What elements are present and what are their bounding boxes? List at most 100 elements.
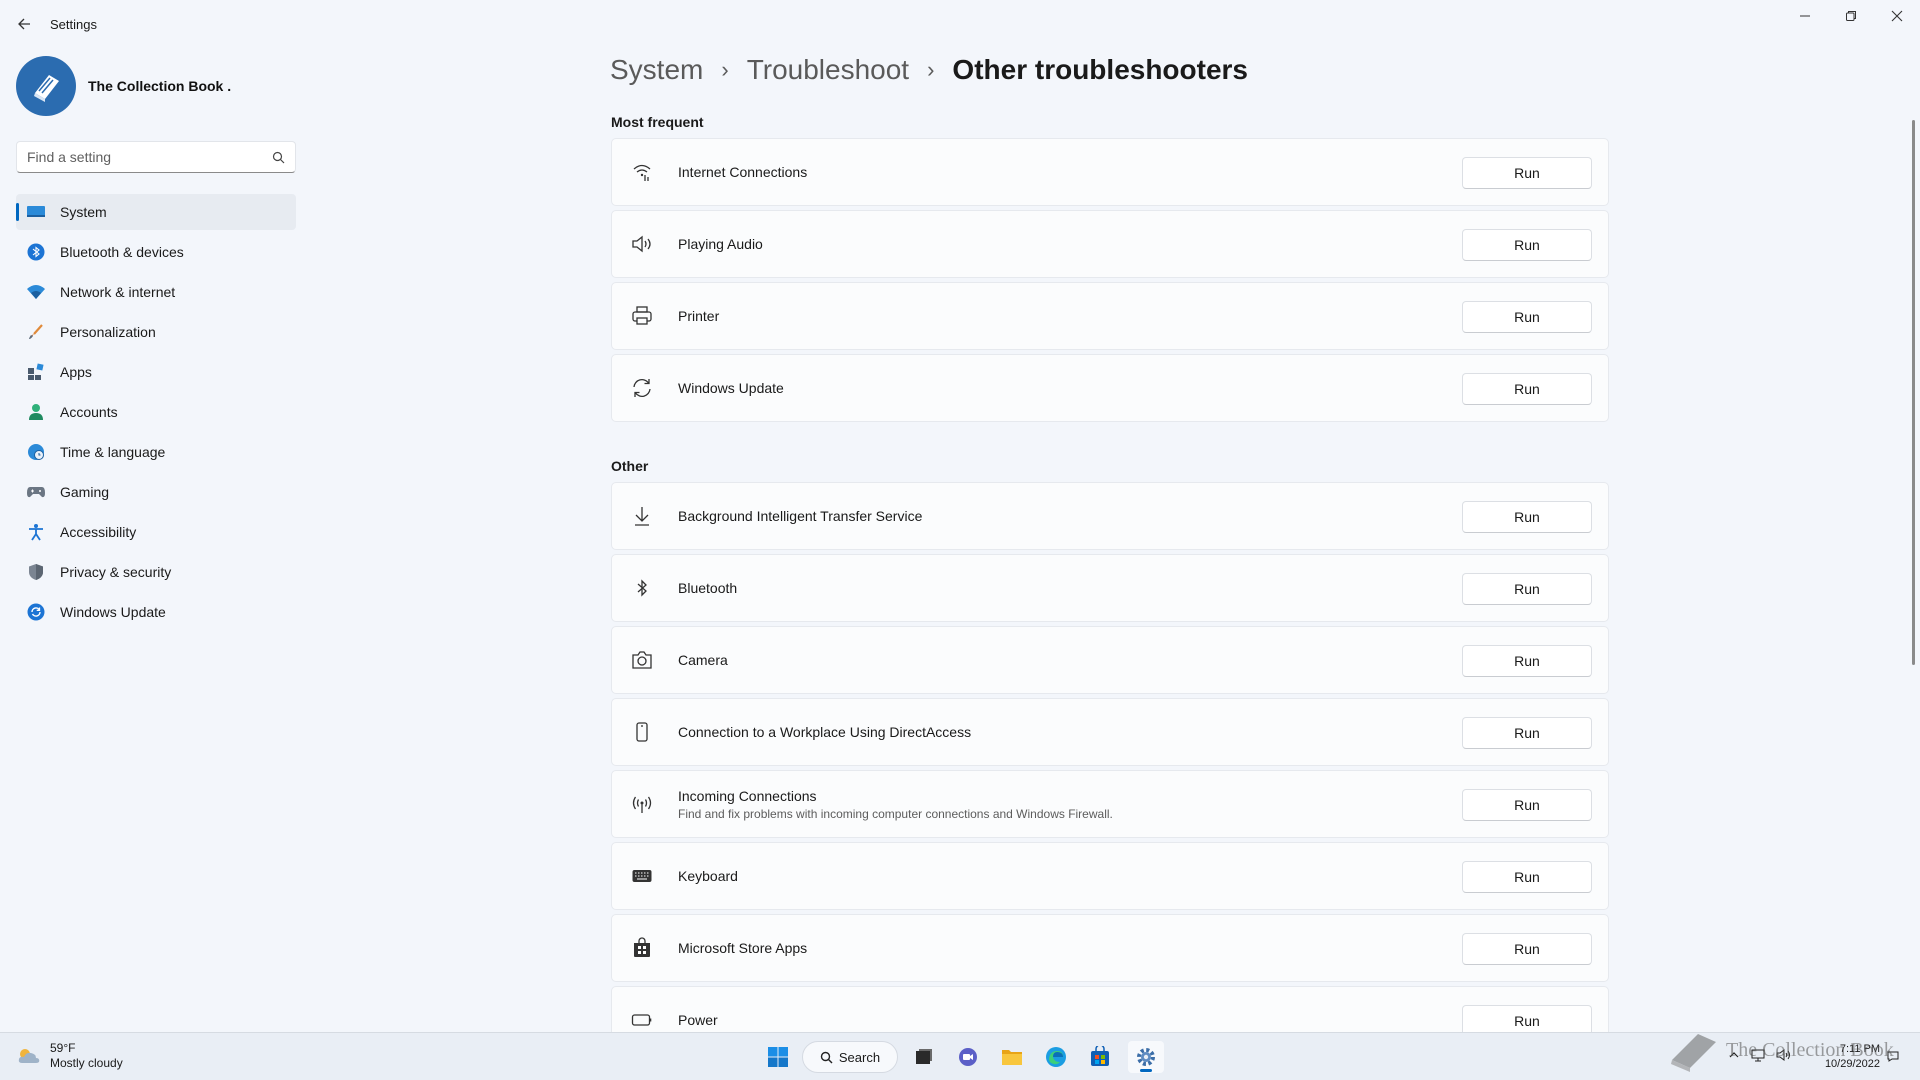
store-button[interactable] — [1082, 1041, 1118, 1073]
windows-logo-icon — [768, 1047, 788, 1067]
restore-button[interactable] — [1828, 0, 1874, 32]
profile-name: The Collection Book . — [88, 78, 232, 94]
close-icon — [1891, 10, 1903, 22]
troubleshooter-title: Power — [678, 1012, 718, 1028]
chevron-right-icon: › — [927, 57, 935, 82]
run-button[interactable]: Run — [1462, 229, 1592, 261]
breadcrumb-troubleshoot[interactable]: Troubleshoot — [747, 54, 909, 86]
troubleshooter-playing-audio: Playing Audio Run — [611, 210, 1609, 278]
accessibility-icon — [26, 522, 46, 542]
teams-chat-button[interactable] — [950, 1041, 986, 1073]
run-button[interactable]: Run — [1462, 373, 1592, 405]
troubleshooter-bits: Background Intelligent Transfer Service … — [611, 482, 1609, 550]
settings-app-button[interactable] — [1128, 1041, 1164, 1073]
run-button[interactable]: Run — [1462, 861, 1592, 893]
search-input[interactable] — [27, 149, 272, 165]
most-frequent-list: Internet Connections Run Playing Audio R… — [611, 138, 1609, 426]
run-button[interactable]: Run — [1462, 645, 1592, 677]
book-watermark-icon — [1671, 1034, 1716, 1072]
search-icon — [272, 151, 285, 163]
section-other: Other — [611, 458, 649, 474]
troubleshooter-keyboard: Keyboard Run — [611, 842, 1609, 910]
store-icon — [630, 936, 654, 960]
troubleshooter-bluetooth: Bluetooth Run — [611, 554, 1609, 622]
weather-widget[interactable]: 59°F Mostly cloudy — [16, 1041, 123, 1071]
taskbar-search[interactable]: Search — [802, 1041, 898, 1073]
sidebar-item-accessibility[interactable]: Accessibility — [16, 514, 296, 550]
start-button[interactable] — [762, 1041, 794, 1073]
troubleshooter-store-apps: Microsoft Store Apps Run — [611, 914, 1609, 982]
file-explorer-button[interactable] — [994, 1041, 1030, 1073]
keyboard-icon — [630, 864, 654, 888]
sidebar-item-label: Apps — [60, 364, 92, 380]
minimize-button[interactable] — [1782, 0, 1828, 32]
sidebar-item-network[interactable]: Network & internet — [16, 274, 296, 310]
sidebar-item-label: Accessibility — [60, 524, 137, 540]
wifi-signal-icon — [630, 160, 654, 184]
sidebar-item-label: Time & language — [60, 444, 166, 460]
troubleshooter-title: Bluetooth — [678, 580, 738, 596]
app-title: Settings — [50, 17, 97, 32]
store-icon — [1091, 1046, 1109, 1066]
troubleshooter-description: Find and fix problems with incoming comp… — [678, 806, 1113, 821]
run-button[interactable]: Run — [1462, 573, 1592, 605]
sidebar-item-label: Gaming — [60, 484, 110, 500]
troubleshooter-title: Camera — [678, 652, 728, 668]
troubleshooter-title: Incoming Connections — [678, 787, 817, 804]
run-button[interactable]: Run — [1462, 933, 1592, 965]
sidebar-item-bluetooth[interactable]: Bluetooth & devices — [16, 234, 296, 270]
sidebar-item-apps[interactable]: Apps — [16, 354, 296, 390]
scrollbar[interactable] — [1912, 120, 1915, 665]
sidebar-item-personalization[interactable]: Personalization — [16, 314, 296, 350]
section-most-frequent: Most frequent — [611, 114, 704, 130]
shield-icon — [26, 562, 46, 582]
troubleshooter-title: Printer — [678, 308, 720, 324]
download-icon — [630, 504, 654, 528]
troubleshooter-title: Windows Update — [678, 380, 784, 396]
sidebar-nav: System Bluetooth & devices Network & int… — [16, 194, 296, 634]
troubleshooter-incoming-connections: Incoming Connections Find and fix proble… — [611, 770, 1609, 838]
taskbar: 59°F Mostly cloudy Search 7:11 PM 10/29/… — [0, 1032, 1920, 1080]
troubleshooter-windows-update: Windows Update Run — [611, 354, 1609, 422]
user-profile[interactable]: The Collection Book . — [16, 56, 231, 116]
sidebar-item-windows-update[interactable]: Windows Update — [16, 594, 296, 630]
task-view-button[interactable] — [906, 1041, 942, 1073]
troubleshooter-title: Connection to a Workplace Using DirectAc… — [678, 724, 972, 740]
close-button[interactable] — [1874, 0, 1920, 32]
watermark-text: The Collection Book — [1726, 1038, 1894, 1061]
breadcrumb-system[interactable]: System — [610, 54, 703, 86]
cloud-icon — [18, 1049, 40, 1063]
restore-icon — [1846, 11, 1856, 21]
run-button[interactable]: Run — [1462, 157, 1592, 189]
sidebar-item-gaming[interactable]: Gaming — [16, 474, 296, 510]
sidebar-item-time-language[interactable]: Time & language — [16, 434, 296, 470]
watermark: The Collection Book — [1668, 1028, 1894, 1072]
system-icon — [26, 202, 46, 222]
edge-browser-button[interactable] — [1038, 1041, 1074, 1073]
battery-icon — [630, 1008, 654, 1032]
back-button[interactable] — [12, 12, 36, 36]
breadcrumb: System › Troubleshoot › Other troublesho… — [610, 54, 1248, 86]
settings-search[interactable] — [16, 141, 296, 173]
sidebar-item-accounts[interactable]: Accounts — [16, 394, 296, 430]
run-button[interactable]: Run — [1462, 501, 1592, 533]
globe-clock-icon — [26, 442, 46, 462]
run-button[interactable]: Run — [1462, 301, 1592, 333]
sidebar-item-privacy[interactable]: Privacy & security — [16, 554, 296, 590]
chat-icon — [959, 1048, 977, 1066]
run-button[interactable]: Run — [1462, 717, 1592, 749]
troubleshooter-camera: Camera Run — [611, 626, 1609, 694]
sidebar-item-label: Windows Update — [60, 604, 166, 620]
apps-icon — [26, 362, 46, 382]
speaker-icon — [630, 232, 654, 256]
troubleshooter-title: Keyboard — [678, 868, 738, 884]
printer-icon — [630, 304, 654, 328]
weather-desc: Mostly cloudy — [50, 1056, 123, 1070]
bluetooth-icon — [630, 576, 654, 600]
sidebar-item-system[interactable]: System — [16, 194, 296, 230]
run-button[interactable]: Run — [1462, 789, 1592, 821]
broadcast-icon — [630, 792, 654, 816]
troubleshooter-directaccess: Connection to a Workplace Using DirectAc… — [611, 698, 1609, 766]
camera-icon — [630, 648, 654, 672]
task-view-icon — [916, 1049, 932, 1064]
